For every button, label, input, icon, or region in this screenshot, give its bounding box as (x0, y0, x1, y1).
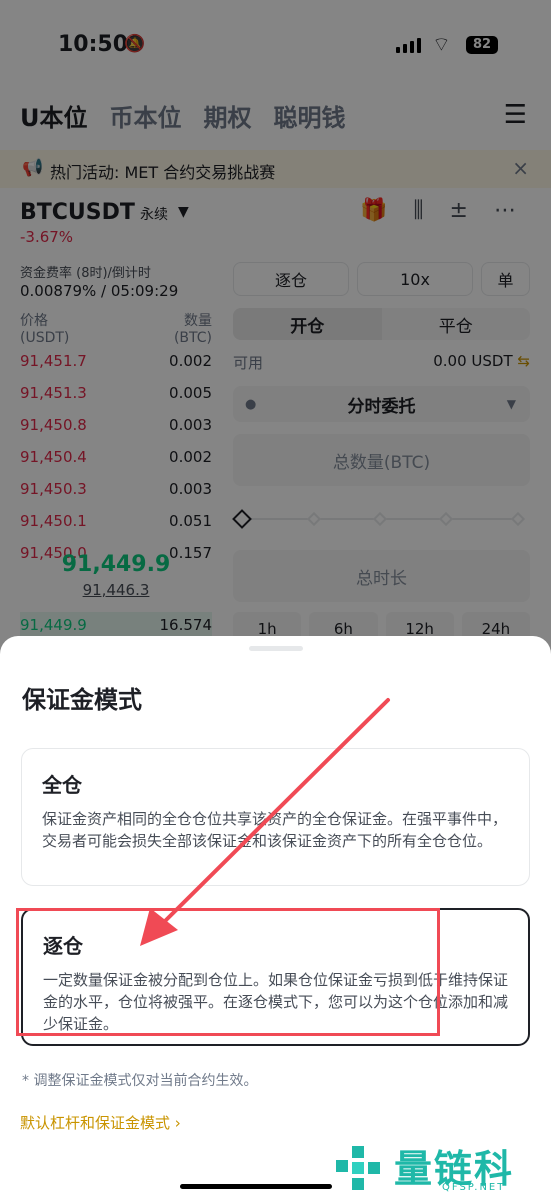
annotation-arrow (140, 698, 390, 946)
watermark-site: QFSP.NET (442, 1182, 506, 1193)
watermark: 量链科技 QFSP.NET (332, 1138, 550, 1196)
home-indicator[interactable] (180, 1184, 332, 1189)
brand-logo-icon (336, 1146, 380, 1190)
